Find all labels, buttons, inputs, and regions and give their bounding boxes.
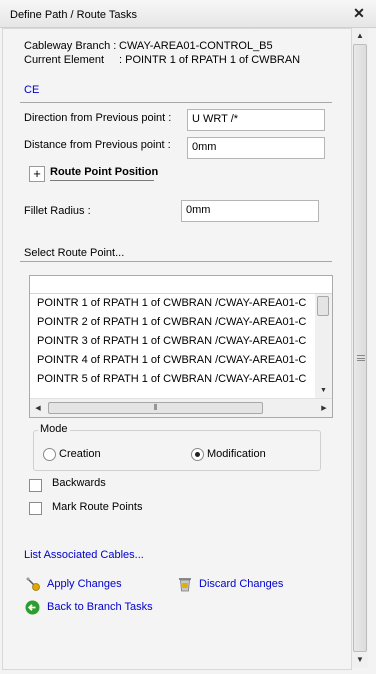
current-element-value: : POINTR 1 of RPATH 1 of CWBRAN	[119, 54, 301, 66]
scroll-thumb[interactable]: ⦀	[48, 402, 263, 414]
modification-radio[interactable]	[191, 448, 204, 461]
mark-route-points-checkbox[interactable]	[29, 502, 42, 515]
ce-link[interactable]: CE	[24, 84, 39, 96]
scroll-thumb[interactable]	[317, 296, 329, 316]
list-associated-cables-link[interactable]: List Associated Cables...	[24, 549, 144, 561]
route-point-list[interactable]: POINTR 1 of RPATH 1 of CWBRAN /CWAY-AREA…	[29, 275, 333, 418]
scroll-down-icon[interactable]: ▼	[352, 652, 368, 668]
list-item[interactable]: POINTR 2 of RPATH 1 of CWBRAN /CWAY-AREA…	[30, 313, 315, 332]
scroll-up-icon[interactable]: ▲	[352, 28, 368, 44]
divider	[20, 102, 332, 103]
backwards-label[interactable]: Backwards	[52, 477, 106, 489]
list-vertical-scrollbar[interactable]: ▼	[315, 294, 332, 398]
scroll-right-icon[interactable]: ▶	[316, 399, 332, 418]
backwards-checkbox[interactable]	[29, 479, 42, 492]
current-element-label: Current Element	[24, 54, 105, 66]
mark-route-points-label[interactable]: Mark Route Points	[52, 501, 142, 513]
back-to-branch-tasks-link[interactable]: Back to Branch Tasks	[47, 601, 153, 613]
creation-radio[interactable]	[43, 448, 56, 461]
route-point-position-label[interactable]: Route Point Position	[50, 166, 158, 178]
close-icon[interactable]: ✕	[352, 6, 366, 20]
list-horizontal-scrollbar[interactable]: ◀ ⦀ ▶	[30, 398, 332, 417]
discard-changes-link[interactable]: Discard Changes	[199, 578, 283, 590]
direction-label: Direction from Previous point :	[24, 112, 172, 124]
branch-value: CWAY-AREA01-CONTROL_B5	[119, 40, 273, 52]
title-bar: Define Path / Route Tasks ✕	[0, 0, 376, 28]
fillet-radius-label: Fillet Radius :	[24, 205, 91, 217]
scroll-down-icon[interactable]: ▼	[315, 384, 332, 398]
select-route-point-label: Select Route Point...	[24, 247, 125, 259]
branch-label: Cableway Branch :	[24, 40, 117, 52]
divider	[20, 261, 332, 262]
mode-label: Mode	[38, 423, 70, 435]
list-item[interactable]: POINTR 3 of RPATH 1 of CWBRAN /CWAY-AREA…	[30, 332, 315, 351]
creation-label[interactable]: Creation	[59, 448, 101, 460]
back-arrow-icon[interactable]	[25, 600, 40, 615]
trash-bin-icon[interactable]	[178, 576, 192, 592]
scroll-thumb[interactable]	[353, 44, 367, 652]
fillet-radius-input[interactable]: 0mm	[181, 200, 319, 222]
apply-changes-link[interactable]: Apply Changes	[47, 578, 122, 590]
list-rows: POINTR 1 of RPATH 1 of CWBRAN /CWAY-AREA…	[30, 294, 315, 398]
list-item[interactable]: POINTR 4 of RPATH 1 of CWBRAN /CWAY-AREA…	[30, 351, 315, 370]
distance-input[interactable]: 0mm	[187, 137, 325, 159]
grip-icon	[357, 355, 365, 361]
list-item[interactable]: POINTR 1 of RPATH 1 of CWBRAN /CWAY-AREA…	[30, 294, 315, 313]
section-underline	[50, 180, 154, 181]
window-title: Define Path / Route Tasks	[10, 9, 137, 21]
distance-label: Distance from Previous point :	[24, 139, 171, 151]
expand-icon[interactable]: +	[29, 166, 45, 182]
list-item[interactable]: POINTR 5 of RPATH 1 of CWBRAN /CWAY-AREA…	[30, 370, 315, 389]
panel-vertical-scrollbar[interactable]: ▲ ▼	[352, 28, 368, 668]
magic-wand-icon[interactable]	[25, 576, 41, 592]
scroll-left-icon[interactable]: ◀	[30, 399, 46, 418]
list-header	[30, 276, 332, 294]
direction-input[interactable]: U WRT /*	[187, 109, 325, 131]
modification-label[interactable]: Modification	[207, 448, 266, 460]
